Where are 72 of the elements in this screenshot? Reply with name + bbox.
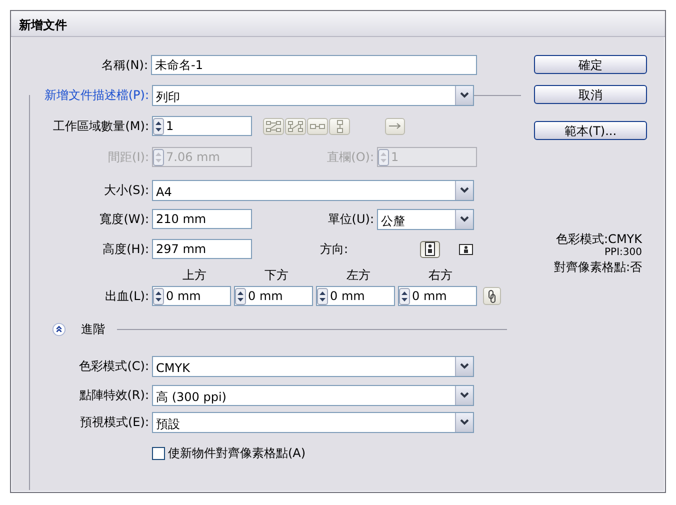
portrait-page-icon: [423, 241, 437, 257]
grid-by-row-icon: [266, 120, 281, 132]
arrange-in-row-icon: [310, 124, 325, 128]
dialog-button[interactable]: 範本(T)...: [534, 121, 647, 140]
chevron-down-icon: [460, 363, 469, 369]
spinner-arrows-icon: [153, 118, 164, 134]
column-heading: 下方: [264, 267, 290, 284]
spinner-field[interactable]: 0 mm: [398, 286, 477, 306]
field-label: 直欄(O):: [326, 149, 375, 166]
arrow-right-icon: [387, 121, 403, 131]
field-label: 新增文件描述檔(P):: [30, 86, 152, 104]
expand-toggle[interactable]: [51, 321, 67, 337]
text-field[interactable]: 未命名-1: [151, 55, 477, 75]
spinner-arrows-icon: [153, 148, 164, 166]
dropdown[interactable]: 公釐: [377, 208, 474, 230]
dropdown[interactable]: 高 (300 ppi): [152, 384, 474, 406]
grid-by-column-icon: [288, 120, 303, 132]
chevron-down-icon: [460, 419, 469, 425]
field-label: 名稱(N):: [100, 57, 149, 74]
chevron-down-icon: [460, 392, 469, 398]
chevron-down-icon: [460, 216, 469, 222]
text-field[interactable]: 210 mm: [152, 209, 252, 229]
chain-link-icon: [488, 290, 496, 302]
arrange-in-column-icon: [336, 120, 342, 132]
landscape-page-icon: [458, 241, 474, 257]
dropdown[interactable]: A4: [152, 180, 474, 200]
link-button[interactable]: [483, 287, 501, 305]
summary-text: 對齊像素格點:否: [552, 260, 642, 274]
field-label: 寬度(W):: [98, 211, 150, 228]
layout-button[interactable]: [329, 118, 350, 134]
chevron-down-icon: [460, 187, 469, 193]
spinner-field[interactable]: 1: [152, 116, 252, 136]
summary-text: PPI:300: [604, 246, 642, 260]
window-title: 新增文件: [11, 11, 665, 37]
field-label: 高度(H):: [102, 241, 150, 258]
spinner-field[interactable]: 0 mm: [152, 286, 231, 306]
field-label: 方向:: [320, 241, 350, 258]
layout-button[interactable]: [263, 118, 284, 134]
column-heading: 右方: [428, 267, 454, 284]
field-label: 出血(L):: [104, 288, 150, 305]
spinner-arrows-icon: [235, 288, 246, 304]
section-heading: 進階: [81, 321, 105, 338]
spinner-arrows-icon: [153, 288, 164, 304]
collapse-icon: [52, 322, 66, 336]
field-label: 點陣特效(R):: [78, 387, 150, 404]
column-heading: 上方: [182, 267, 208, 284]
field-label: 間距(I):: [107, 149, 150, 166]
layout-button[interactable]: [285, 118, 306, 134]
layout-button[interactable]: [307, 118, 328, 134]
dialog-button[interactable]: 確定: [534, 55, 647, 74]
column-heading: 左方: [346, 267, 372, 284]
summary-text: 色彩模式:CMYK: [555, 232, 642, 246]
field-label: 大小(S):: [102, 182, 150, 199]
field-label: 色彩模式(C):: [78, 358, 150, 375]
field-label: 單位(U):: [326, 211, 375, 228]
dropdown[interactable]: CMYK: [152, 356, 474, 376]
checkbox[interactable]: [152, 446, 165, 460]
spinner-arrows-icon: [399, 288, 410, 304]
checkbox-label: 使新物件對齊像素格點(A): [168, 445, 306, 462]
direction-button[interactable]: [385, 118, 405, 134]
spinner-arrows-icon: [378, 148, 389, 166]
spinner-field[interactable]: 0 mm: [316, 286, 395, 306]
field-label: 預視模式(E):: [79, 414, 150, 431]
dropdown[interactable]: 預設: [152, 412, 474, 432]
spinner-field[interactable]: 0 mm: [234, 286, 313, 306]
field-label: 工作區域數量(M):: [52, 118, 150, 135]
chevron-down-icon: [460, 92, 469, 98]
dialog-button[interactable]: 取消: [534, 85, 647, 104]
dropdown[interactable]: 列印: [152, 84, 474, 106]
text-field[interactable]: 297 mm: [152, 239, 252, 259]
spinner-arrows-icon: [317, 288, 328, 304]
portrait-button[interactable]: [420, 240, 440, 258]
